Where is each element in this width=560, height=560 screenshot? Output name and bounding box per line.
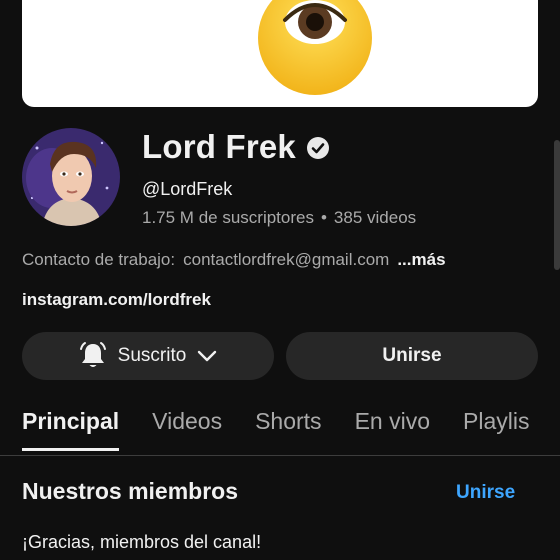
bell-icon [78,341,108,371]
description-email: contactlordfrek@gmail.com [183,250,390,269]
scrollbar[interactable] [554,140,560,270]
avatar[interactable] [22,128,120,226]
join-button[interactable]: Unirse [286,332,538,380]
tab-en-vivo[interactable]: En vivo [355,408,430,451]
channel-banner [22,0,538,107]
channel-description[interactable]: Contacto de trabajo: contactlordfrek@gma… [22,250,446,270]
more-link[interactable]: ...más [397,250,445,270]
tab-videos[interactable]: Videos [152,408,222,451]
members-join-link[interactable]: Unirse [456,482,515,504]
subscribed-button[interactable]: Suscrito [22,332,274,380]
subscribed-label: Suscrito [117,345,187,366]
tab-shorts[interactable]: Shorts [255,408,321,451]
tab-playlists[interactable]: Playlis [463,408,529,451]
subscriber-count: 1.75 M de suscriptores [142,208,314,227]
tabs-divider [0,455,560,456]
members-section-subtitle: ¡Gracias, miembros del canal! [22,532,262,552]
stats-separator: • [320,208,327,227]
video-count: 385 videos [333,208,417,227]
channel-tabs: Principal Videos Shorts En vivo Playlis [22,408,529,451]
members-section-title: Nuestros miembros [22,478,239,504]
channel-handle: @LordFrek [142,179,233,199]
channel-name-row: Lord Frek [142,128,330,166]
tab-principal[interactable]: Principal [22,408,120,451]
chevron-down-icon [196,345,218,367]
eye-emoji-icon [258,0,372,95]
verified-check-icon [307,137,329,159]
channel-link[interactable]: instagram.com/lordfrek [22,290,211,310]
channel-stats: 1.75 M de suscriptores • 385 videos [142,208,416,228]
description-label: Contacto de trabajo: [22,250,176,269]
channel-name: Lord Frek [142,128,296,165]
